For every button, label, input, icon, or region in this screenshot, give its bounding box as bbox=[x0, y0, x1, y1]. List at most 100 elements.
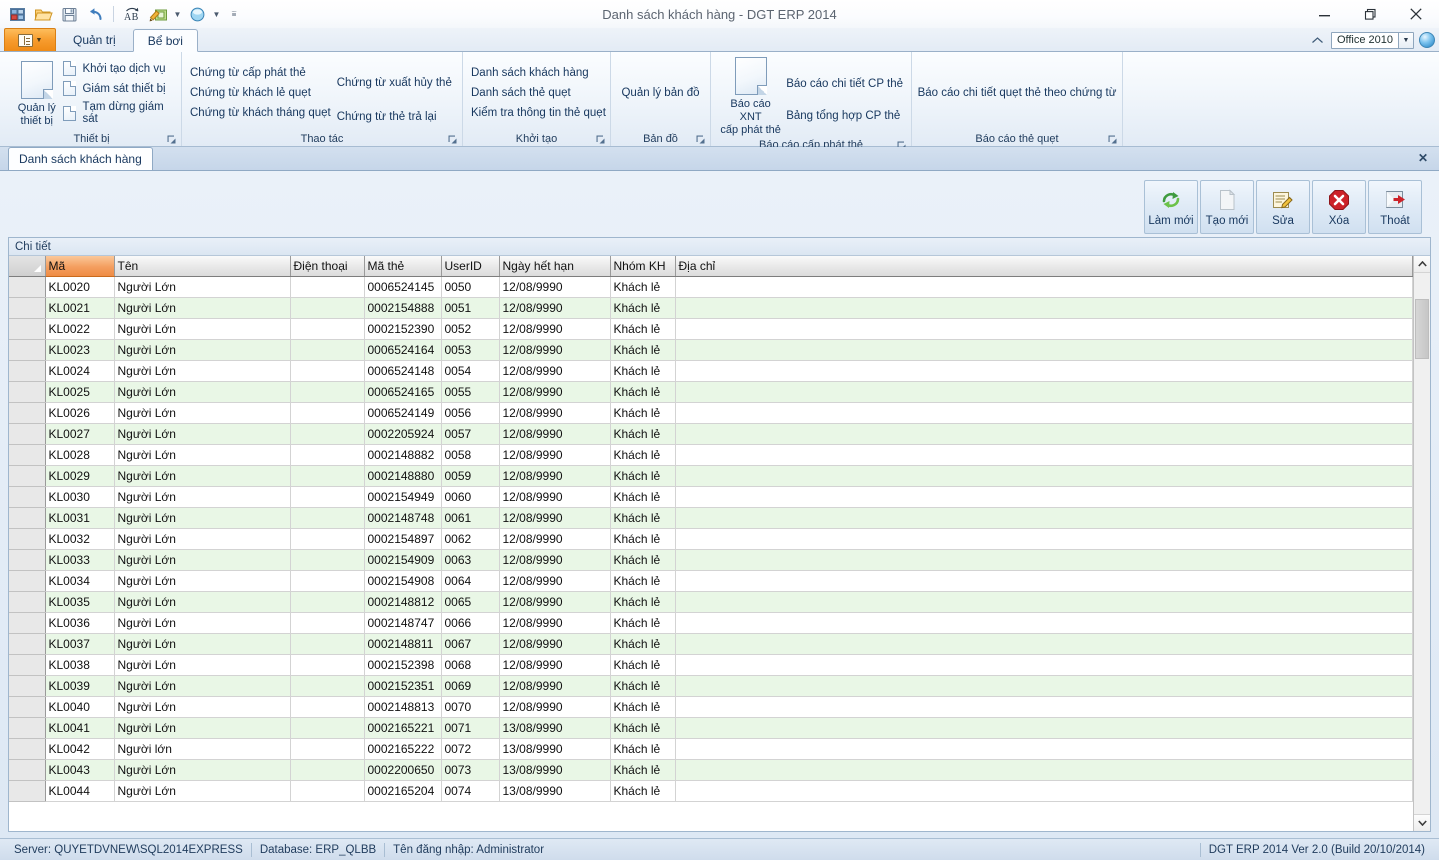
table-cell-ten[interactable]: Người Lớn bbox=[114, 339, 291, 361]
table-row[interactable]: KL0039 Người Lớn 0002152351 0069 12/08/9990 K… bbox=[9, 675, 1413, 697]
column-header-ma[interactable]: Mã bbox=[45, 256, 115, 277]
table-cell-mathe[interactable]: 0002205924 bbox=[364, 423, 442, 445]
chung-tu-khach-le-quet-button[interactable]: Chứng từ khách lẻ quẹt bbox=[190, 87, 331, 99]
table-cell-ma[interactable]: KL0043 bbox=[45, 759, 115, 781]
danh-sach-khach-hang-button[interactable]: Danh sách khách hàng bbox=[471, 67, 606, 79]
row-indicator-cell[interactable] bbox=[9, 612, 46, 634]
table-cell-diachi[interactable] bbox=[675, 360, 1413, 382]
application-menu-button[interactable]: ▼ bbox=[4, 28, 56, 51]
chung-tu-xuat-huy-the-button[interactable]: Chứng từ xuất hủy thẻ bbox=[337, 77, 452, 89]
table-cell-ngayhethan[interactable]: 12/08/9990 bbox=[499, 297, 611, 319]
table-cell-ma[interactable]: KL0036 bbox=[45, 612, 115, 634]
row-indicator-cell[interactable] bbox=[9, 780, 46, 802]
table-cell-ngayhethan[interactable]: 12/08/9990 bbox=[499, 465, 611, 487]
table-cell-dienthoai[interactable] bbox=[290, 465, 365, 487]
row-indicator-cell[interactable] bbox=[9, 360, 46, 382]
table-cell-ngayhethan[interactable]: 12/08/9990 bbox=[499, 528, 611, 550]
table-cell-ma[interactable]: KL0039 bbox=[45, 675, 115, 697]
orb-icon[interactable] bbox=[185, 2, 209, 26]
thoat-button[interactable]: Thoát bbox=[1368, 180, 1422, 234]
table-cell-diachi[interactable] bbox=[675, 423, 1413, 445]
table-cell-mathe[interactable]: 0006524145 bbox=[364, 276, 442, 298]
table-cell-ma[interactable]: KL0026 bbox=[45, 402, 115, 424]
table-cell-mathe[interactable]: 0002154949 bbox=[364, 486, 442, 508]
kiem-tra-thong-tin-the-quet-button[interactable]: Kiểm tra thông tin thẻ quẹt bbox=[471, 107, 606, 119]
table-cell-userid[interactable]: 0064 bbox=[441, 570, 500, 592]
table-cell-userid[interactable]: 0053 bbox=[441, 339, 500, 361]
table-cell-ten[interactable]: Người Lớn bbox=[114, 465, 291, 487]
table-cell-diachi[interactable] bbox=[675, 738, 1413, 760]
table-cell-ten[interactable]: Người Lớn bbox=[114, 297, 291, 319]
table-cell-ten[interactable]: Người Lớn bbox=[114, 381, 291, 403]
table-row[interactable]: KL0027 Người Lớn 0002205924 0057 12/08/9990 K… bbox=[9, 423, 1413, 445]
save-icon[interactable] bbox=[57, 2, 81, 26]
table-cell-mathe[interactable]: 0002200650 bbox=[364, 759, 442, 781]
table-cell-ngayhethan[interactable]: 12/08/9990 bbox=[499, 339, 611, 361]
table-cell-diachi[interactable] bbox=[675, 381, 1413, 403]
table-cell-diachi[interactable] bbox=[675, 570, 1413, 592]
table-cell-ten[interactable]: Người Lớn bbox=[114, 633, 291, 655]
table-cell-userid[interactable]: 0069 bbox=[441, 675, 500, 697]
table-cell-diachi[interactable] bbox=[675, 696, 1413, 718]
table-cell-ma[interactable]: KL0029 bbox=[45, 465, 115, 487]
table-cell-dienthoai[interactable] bbox=[290, 612, 365, 634]
save-as-icon[interactable] bbox=[5, 2, 29, 26]
table-cell-ngayhethan[interactable]: 13/08/9990 bbox=[499, 738, 611, 760]
table-cell-nhomkh[interactable]: Khách lẻ bbox=[610, 759, 676, 781]
table-cell-diachi[interactable] bbox=[675, 654, 1413, 676]
row-indicator-cell[interactable] bbox=[9, 276, 46, 298]
table-cell-diachi[interactable] bbox=[675, 675, 1413, 697]
table-cell-diachi[interactable] bbox=[675, 318, 1413, 340]
table-cell-nhomkh[interactable]: Khách lẻ bbox=[610, 696, 676, 718]
table-cell-nhomkh[interactable]: Khách lẻ bbox=[610, 486, 676, 508]
row-indicator-cell[interactable] bbox=[9, 717, 46, 739]
table-cell-ma[interactable]: KL0023 bbox=[45, 339, 115, 361]
table-cell-nhomkh[interactable]: Khách lẻ bbox=[610, 654, 676, 676]
table-cell-diachi[interactable] bbox=[675, 549, 1413, 571]
row-indicator-cell[interactable] bbox=[9, 738, 46, 760]
dialog-launcher-icon[interactable] bbox=[696, 135, 705, 144]
table-cell-ten[interactable]: Người Lớn bbox=[114, 591, 291, 613]
table-cell-userid[interactable]: 0050 bbox=[441, 276, 500, 298]
table-cell-mathe[interactable]: 0006524149 bbox=[364, 402, 442, 424]
table-cell-userid[interactable]: 0066 bbox=[441, 612, 500, 634]
table-cell-dienthoai[interactable] bbox=[290, 738, 365, 760]
table-cell-ten[interactable]: Người Lớn bbox=[114, 612, 291, 634]
table-cell-ma[interactable]: KL0044 bbox=[45, 780, 115, 802]
row-indicator-cell[interactable] bbox=[9, 318, 46, 340]
column-header-ngay-het-han[interactable]: Ngày hết hạn bbox=[499, 256, 611, 277]
chung-tu-cap-phat-the-button[interactable]: Chứng từ cấp phát thẻ bbox=[190, 67, 331, 79]
bao-cao-xnt-cap-phat-the-button[interactable]: Báo cáo XNT cấp phát thẻ bbox=[719, 55, 782, 137]
table-cell-userid[interactable]: 0065 bbox=[441, 591, 500, 613]
row-indicator-cell[interactable] bbox=[9, 591, 46, 613]
table-cell-userid[interactable]: 0058 bbox=[441, 444, 500, 466]
table-row[interactable]: KL0038 Người Lớn 0002152398 0068 12/08/9990 K… bbox=[9, 654, 1413, 676]
table-cell-mathe[interactable]: 0002148812 bbox=[364, 591, 442, 613]
undo-icon[interactable] bbox=[83, 2, 107, 26]
table-cell-userid[interactable]: 0057 bbox=[441, 423, 500, 445]
table-cell-mathe[interactable]: 0002152398 bbox=[364, 654, 442, 676]
table-cell-dienthoai[interactable] bbox=[290, 759, 365, 781]
table-cell-ngayhethan[interactable]: 12/08/9990 bbox=[499, 612, 611, 634]
table-row[interactable]: KL0028 Người Lớn 0002148882 0058 12/08/9990 K… bbox=[9, 444, 1413, 466]
table-cell-ma[interactable]: KL0034 bbox=[45, 570, 115, 592]
row-indicator-cell[interactable] bbox=[9, 759, 46, 781]
table-cell-nhomkh[interactable]: Khách lẻ bbox=[610, 738, 676, 760]
sua-button[interactable]: Sửa bbox=[1256, 180, 1310, 234]
table-cell-nhomkh[interactable]: Khách lẻ bbox=[610, 444, 676, 466]
table-row[interactable]: KL0033 Người Lớn 0002154909 0063 12/08/9990 K… bbox=[9, 549, 1413, 571]
table-cell-nhomkh[interactable]: Khách lẻ bbox=[610, 570, 676, 592]
table-cell-mathe[interactable]: 0002154908 bbox=[364, 570, 442, 592]
table-cell-ma[interactable]: KL0035 bbox=[45, 591, 115, 613]
column-header-dia-chi[interactable]: Địa chỉ bbox=[675, 256, 1413, 277]
table-cell-ma[interactable]: KL0031 bbox=[45, 507, 115, 529]
table-cell-ten[interactable]: Người Lớn bbox=[114, 486, 291, 508]
table-cell-mathe[interactable]: 0002148882 bbox=[364, 444, 442, 466]
table-cell-mathe[interactable]: 0006524148 bbox=[364, 360, 442, 382]
table-cell-userid[interactable]: 0072 bbox=[441, 738, 500, 760]
row-indicator-cell[interactable] bbox=[9, 402, 46, 424]
table-cell-dienthoai[interactable] bbox=[290, 276, 365, 298]
paint-dropdown-icon[interactable]: ▼ bbox=[172, 3, 183, 25]
table-cell-diachi[interactable] bbox=[675, 402, 1413, 424]
row-indicator-cell[interactable] bbox=[9, 696, 46, 718]
